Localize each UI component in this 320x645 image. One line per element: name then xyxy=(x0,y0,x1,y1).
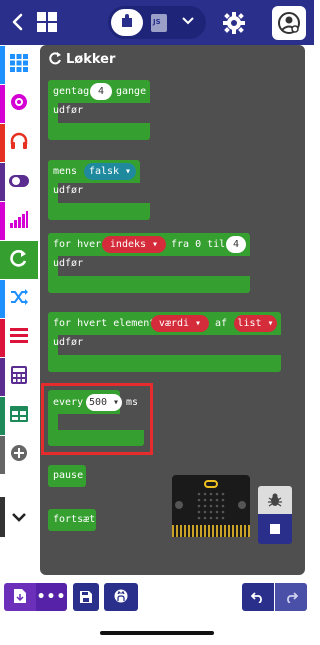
stop-simulator-button[interactable] xyxy=(258,514,292,544)
category-logic[interactable] xyxy=(0,163,38,201)
led-matrix xyxy=(197,492,225,520)
add-circle-icon xyxy=(10,444,28,466)
target-icon xyxy=(10,93,28,115)
redo-icon xyxy=(284,588,299,607)
for-each-block[interactable]: for hvert element værdi ▾ af list ▾ udfø… xyxy=(48,312,281,372)
every-ms-block[interactable]: every 500 ▾ ms xyxy=(48,390,144,446)
loop-icon xyxy=(9,248,29,272)
continue-block[interactable]: fortsæt xyxy=(48,509,96,531)
foreach-list-dropdown[interactable]: list ▾ xyxy=(234,315,277,332)
category-calc[interactable] xyxy=(0,358,38,396)
home-icon[interactable] xyxy=(36,11,58,33)
user-account-icon[interactable] xyxy=(272,6,306,40)
category-basic[interactable] xyxy=(0,46,38,84)
back-icon[interactable] xyxy=(8,12,28,32)
category-sidebar xyxy=(0,45,38,575)
bottom-toolbar: ••• xyxy=(0,575,314,645)
category-variables[interactable] xyxy=(0,319,38,357)
save-button[interactable] xyxy=(73,583,99,611)
download-file-icon xyxy=(14,588,26,607)
for-end-input[interactable]: 4 xyxy=(226,236,246,253)
microbit-simulator[interactable] xyxy=(172,475,250,537)
editor-toggle: JS xyxy=(108,6,206,39)
undo-button[interactable] xyxy=(242,583,274,611)
chevron-down-icon xyxy=(181,13,195,32)
repeat-block[interactable]: gentag 4 gange udfør xyxy=(48,80,150,140)
shuffle-icon xyxy=(10,288,28,310)
github-icon xyxy=(114,588,128,607)
while-condition-dropdown[interactable]: falsk ▾ xyxy=(84,163,136,180)
chevron-down-icon xyxy=(11,508,27,527)
debug-bug-icon[interactable] xyxy=(258,486,292,514)
stop-icon xyxy=(270,524,280,534)
settings-gear-icon[interactable] xyxy=(222,11,246,35)
break-block[interactable]: pause xyxy=(48,465,86,487)
every-ms-dropdown[interactable]: 500 ▾ xyxy=(86,394,122,411)
button-a[interactable] xyxy=(175,501,183,509)
category-input[interactable] xyxy=(0,85,38,123)
category-extensions[interactable] xyxy=(0,436,38,474)
loops-flyout: Løkker gentag 4 gange udfør mens falsk ▾… xyxy=(40,45,305,575)
undo-icon xyxy=(250,588,265,607)
microbit-logo xyxy=(204,480,218,488)
javascript-tab[interactable]: JS xyxy=(146,9,172,36)
grid-icon xyxy=(10,54,28,76)
flyout-title: Løkker xyxy=(48,51,115,67)
github-button[interactable] xyxy=(104,583,138,611)
ellipsis-icon: ••• xyxy=(36,589,67,605)
redo-button[interactable] xyxy=(275,583,307,611)
js-file-icon: JS xyxy=(151,13,167,32)
category-led[interactable] xyxy=(0,202,38,240)
for-index-block[interactable]: for hver indeks ▾ fra 0 til 4 udfør xyxy=(48,233,250,293)
edge-connector xyxy=(172,525,250,537)
for-variable-dropdown[interactable]: indeks ▾ xyxy=(102,236,166,253)
top-bar: JS xyxy=(0,0,314,45)
button-b[interactable] xyxy=(238,501,246,509)
puzzle-icon xyxy=(119,13,135,33)
language-dropdown[interactable] xyxy=(174,9,202,36)
signal-bars-icon xyxy=(10,210,28,232)
table-icon xyxy=(10,406,28,426)
category-loops[interactable] xyxy=(0,241,38,279)
loop-icon xyxy=(48,50,62,69)
more-options-button[interactable]: ••• xyxy=(36,583,67,611)
category-advanced[interactable] xyxy=(0,497,38,537)
toggle-icon xyxy=(9,173,29,192)
foreach-variable-dropdown[interactable]: værdi ▾ xyxy=(151,315,209,332)
while-block[interactable]: mens falsk ▾ udfør xyxy=(48,160,150,220)
headphones-icon xyxy=(10,132,28,154)
category-math[interactable] xyxy=(0,280,38,318)
home-indicator xyxy=(100,631,214,635)
calculator-icon xyxy=(11,366,27,388)
download-button[interactable] xyxy=(4,583,36,611)
repeat-count-input[interactable]: 4 xyxy=(90,83,112,100)
category-music[interactable] xyxy=(0,124,38,162)
save-disk-icon xyxy=(80,588,92,607)
list-lines-icon xyxy=(10,328,28,348)
blocks-tab[interactable] xyxy=(111,9,143,36)
category-arrays[interactable] xyxy=(0,397,38,435)
